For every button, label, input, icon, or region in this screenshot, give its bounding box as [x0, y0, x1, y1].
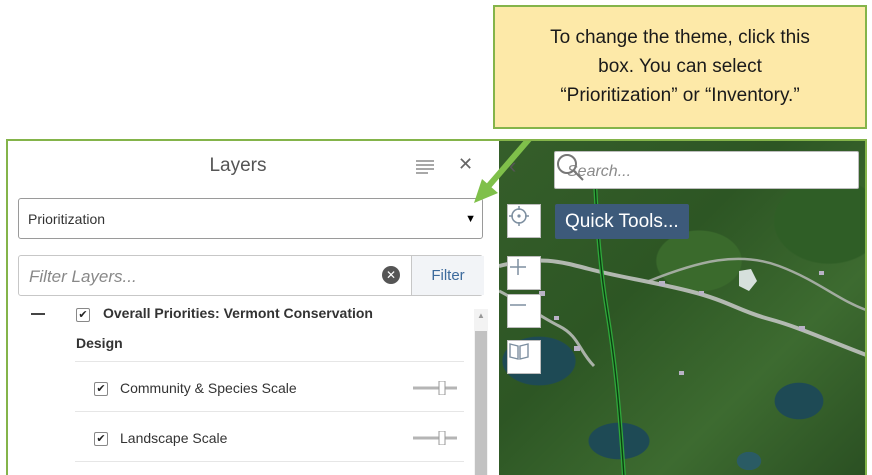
filter-layers-input[interactable] — [27, 265, 351, 289]
minus-icon — [510, 304, 526, 306]
quick-tools-button[interactable]: Quick Tools... — [555, 204, 689, 239]
plus-icon — [510, 259, 526, 275]
layers-panel: Layers ✕ Prioritization ▼ ✕ Filter ✔ — [8, 141, 532, 475]
scroll-up-arrow-icon[interactable]: ▲ — [477, 311, 485, 320]
scrollbar-thumb[interactable] — [475, 331, 487, 475]
callout-line-2: box. You can select — [598, 56, 762, 77]
opacity-slider-icon[interactable] — [413, 431, 457, 445]
layer-checkbox-landscape[interactable]: ✔ — [94, 432, 108, 446]
bookmarks-button[interactable] — [507, 340, 541, 374]
row-divider — [75, 461, 464, 462]
map-search-input[interactable] — [565, 159, 809, 185]
annotation-arrow-icon — [474, 141, 532, 203]
theme-select[interactable]: Prioritization ▼ — [18, 198, 483, 239]
map-search-box — [554, 151, 859, 189]
row-divider — [75, 411, 464, 412]
callout-line-1: To change the theme, click this — [550, 27, 810, 48]
callout-line-3: “Prioritization” or “Inventory.” — [560, 85, 800, 106]
filter-button[interactable]: Filter — [411, 256, 484, 295]
row-divider — [75, 361, 464, 362]
layer-checkbox-community-species[interactable]: ✔ — [94, 382, 108, 396]
panel-title: Layers — [209, 155, 267, 176]
zoom-in-button[interactable] — [507, 256, 541, 290]
collapse-group-icon[interactable] — [31, 313, 45, 315]
theme-select-value: Prioritization — [28, 211, 106, 227]
zoom-out-button[interactable] — [507, 294, 541, 328]
group-checkbox[interactable]: ✔ — [76, 308, 90, 322]
layer-label-landscape: Landscape Scale — [120, 430, 228, 446]
dropdown-arrow-icon: ▼ — [465, 213, 476, 225]
layer-label-community-species: Community & Species Scale — [120, 380, 297, 396]
layer-list-scrollbar[interactable]: ▲ — [474, 309, 488, 475]
app-frame: ‹ Quick Tools... — [6, 139, 867, 475]
list-menu-icon[interactable] — [416, 159, 434, 175]
book-icon — [509, 343, 529, 360]
layer-list: ✔ Overall Priorities: Vermont Conservati… — [8, 305, 480, 475]
layers-panel-header: Layers ✕ — [8, 141, 497, 193]
annotation-callout: To change the theme, click this box. You… — [493, 5, 867, 129]
filter-layers-row: ✕ Filter — [18, 255, 484, 296]
opacity-slider-icon[interactable] — [413, 381, 457, 395]
group-label-line-1: Overall Priorities: Vermont Conservation — [103, 305, 373, 321]
group-label-line-2: Design — [76, 335, 123, 351]
clear-filter-icon[interactable]: ✕ — [382, 266, 400, 284]
